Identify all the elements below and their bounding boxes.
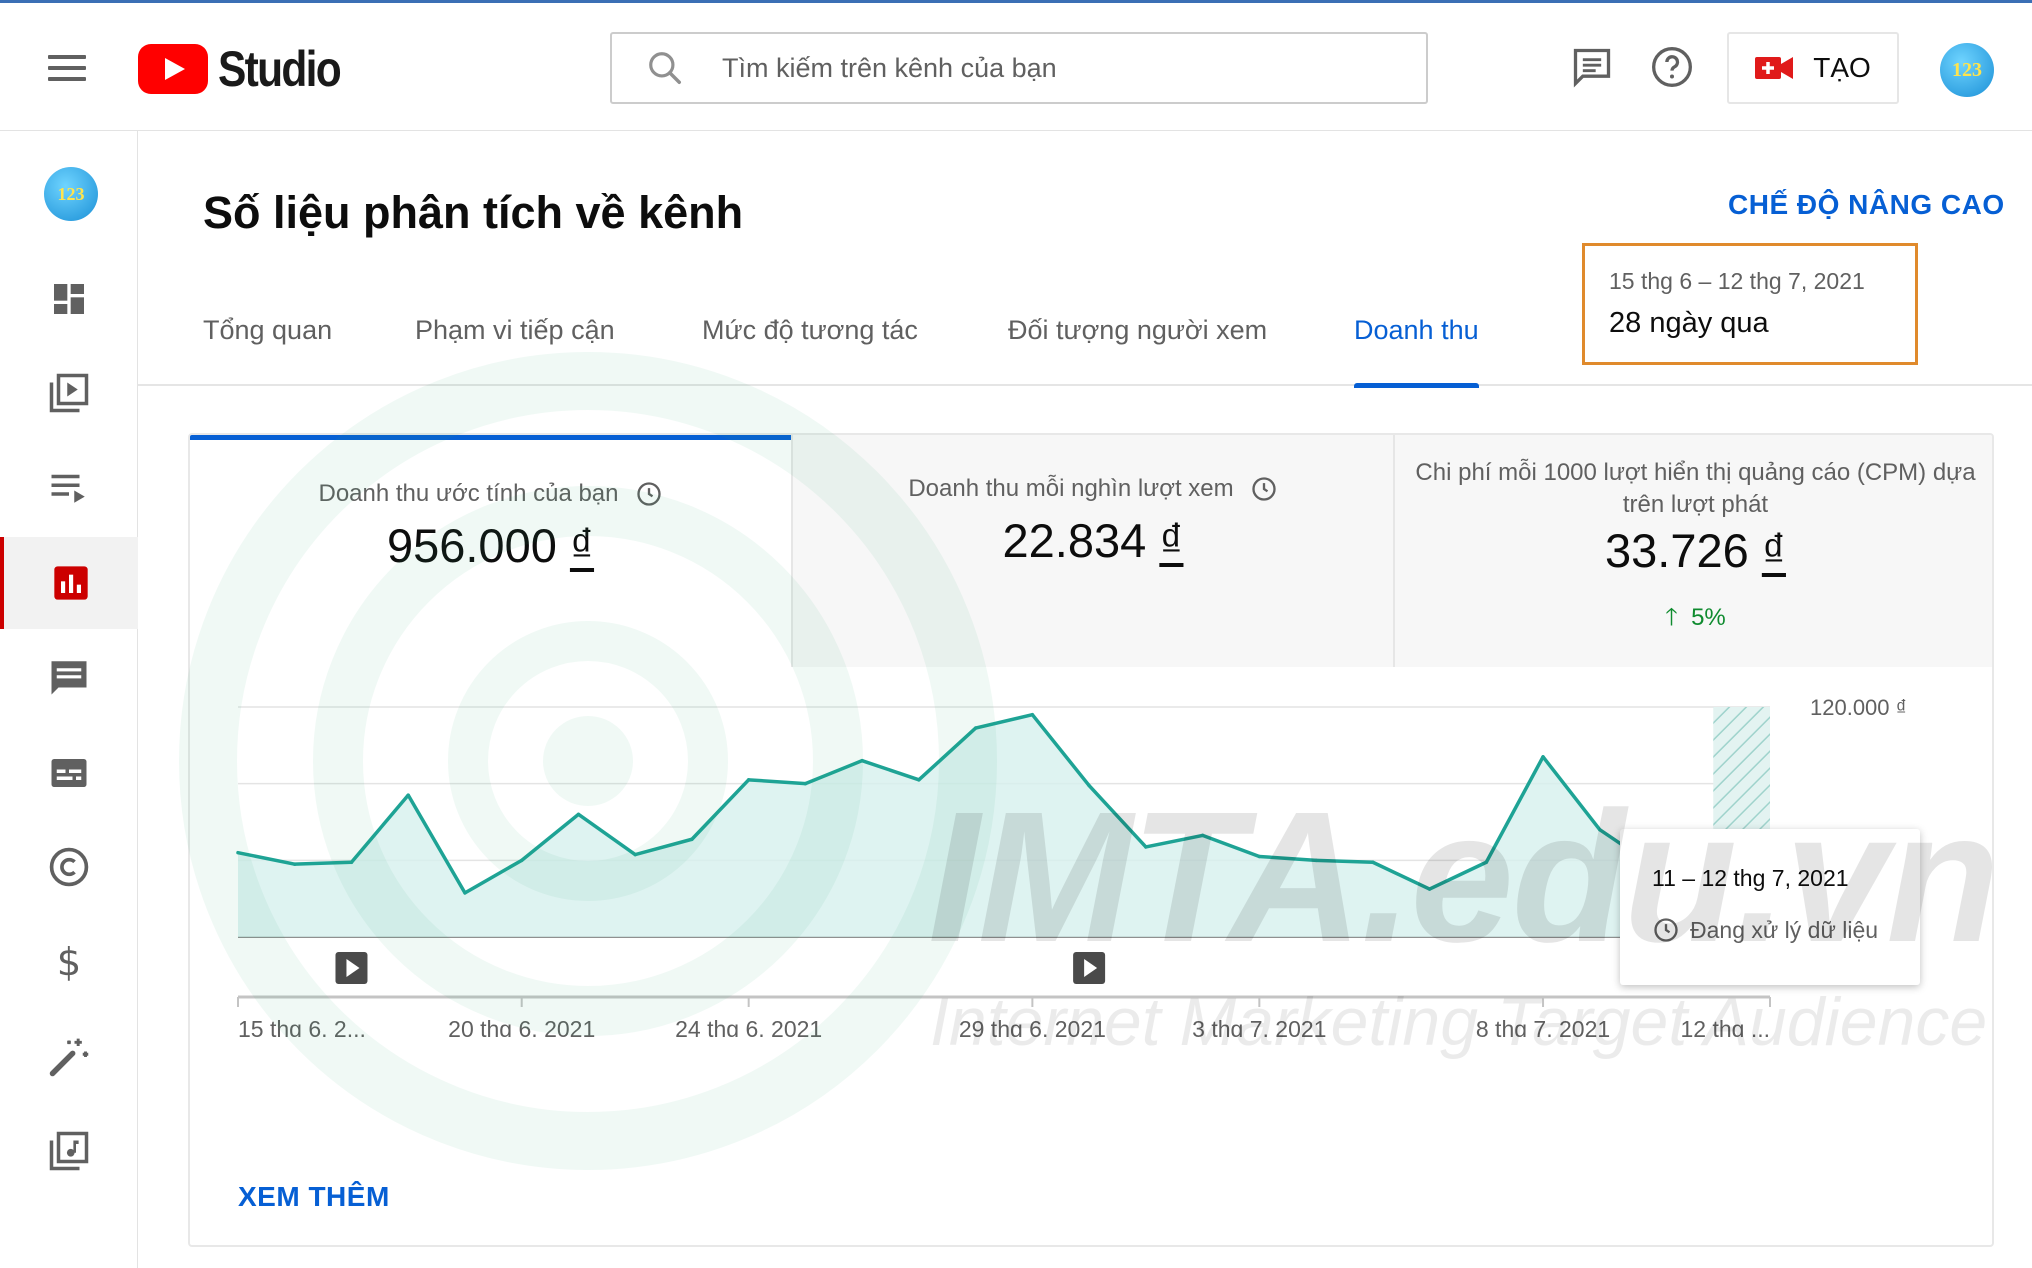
metric-estimated-revenue[interactable]: Doanh thu ước tính của bạn 956.000 ₫ <box>190 435 791 667</box>
youtube-studio-logo[interactable]: Studio <box>138 41 362 97</box>
tab-overview[interactable]: Tổng quan <box>203 315 332 386</box>
menu-icon[interactable] <box>48 55 86 81</box>
analytics-tabs: Tổng quan Phạm vi tiếp cận Mức độ tương … <box>138 291 2032 388</box>
search-input[interactable] <box>722 52 1372 84</box>
analytics-main: Số liệu phân tích về kênh CHẾ ĐỘ NÂNG CA… <box>138 131 2032 1268</box>
chart-line-segment <box>1314 858 1375 864</box>
tooltip-range: 11 – 12 thg 7, 2021 <box>1652 865 1849 891</box>
clock-icon <box>1654 918 1678 942</box>
feedback-icon[interactable] <box>1570 45 1614 89</box>
sidebar-item-content[interactable] <box>0 347 138 439</box>
analytics-icon <box>54 566 88 600</box>
playlist-icon <box>51 474 85 503</box>
sidebar-item-comments[interactable] <box>0 631 138 723</box>
metric-label: Doanh thu mỗi nghìn lượt xem <box>908 475 1234 502</box>
youtube-play-icon <box>138 44 208 94</box>
metric-label: Doanh thu ước tính của bạn <box>318 480 619 507</box>
search-icon <box>649 52 681 84</box>
revenue-card: Doanh thu ước tính của bạn 956.000 ₫ Doa… <box>188 433 1994 1247</box>
tab-audience[interactable]: Đối tượng người xem <box>1008 315 1267 386</box>
metric-cpm[interactable]: Chi phí mỗi 1000 lượt hiển thị quảng cáo… <box>1393 435 1992 667</box>
page-title: Số liệu phân tích về kênh <box>203 187 744 238</box>
svg-text:$: $ <box>57 940 82 982</box>
account-avatar[interactable]: 123 <box>1940 43 1994 97</box>
x-tick-label: 3 thg 7, 2021 <box>1192 1016 1326 1037</box>
help-icon[interactable] <box>1650 45 1694 89</box>
tab-engagement[interactable]: Mức độ tương tác <box>702 315 918 386</box>
tooltip-status: Đang xử lý dữ liệu <box>1690 916 1879 943</box>
sidebar-item-copyright[interactable] <box>0 821 138 913</box>
tab-revenue[interactable]: Doanh thu <box>1354 315 1479 388</box>
comments-icon <box>51 661 87 695</box>
create-label: TẠO <box>1813 52 1871 83</box>
magic-wand-icon <box>49 1038 89 1077</box>
sidebar-item-playlists[interactable] <box>0 441 138 533</box>
clock-icon <box>636 482 661 506</box>
clock-icon <box>1251 477 1276 501</box>
x-tick-label: 29 thg 6, 2021 <box>959 1016 1106 1037</box>
x-tick-label: 20 thg 6, 2021 <box>448 1016 595 1037</box>
currency-symbol: ₫ <box>1159 514 1184 567</box>
create-button[interactable]: TẠO <box>1727 32 1899 104</box>
advanced-mode-link[interactable]: CHẾ ĐỘ NÂNG CAO <box>1728 189 2005 221</box>
dollar-icon: $ <box>57 940 82 982</box>
metric-change: 🡑 5% <box>1395 600 1992 641</box>
metric-rpm[interactable]: Doanh thu mỗi nghìn lượt xem 22.834 ₫ <box>791 435 1393 667</box>
change-value: 5% <box>1691 604 1726 631</box>
currency-symbol: ₫ <box>569 519 595 572</box>
x-tick-label: 8 thg 7, 2021 <box>1476 1016 1610 1037</box>
tab-reach[interactable]: Phạm vi tiếp cận <box>415 315 615 386</box>
x-tick-label: 24 thg 6, 2021 <box>675 1016 822 1037</box>
app-name: Studio <box>218 41 342 97</box>
channel-avatar[interactable]: 123 <box>44 167 98 221</box>
metric-value: 33.726 <box>1605 524 1749 577</box>
sidebar-item-monetization[interactable]: $ <box>0 915 138 1007</box>
copyright-icon <box>49 847 89 887</box>
metric-label: Chi phí mỗi 1000 lượt hiển thị quảng cáo… <box>1415 459 1976 518</box>
subtitles-icon <box>51 759 87 787</box>
arrow-up-icon: 🡑 <box>1665 604 1678 631</box>
chart-line-segment <box>292 860 354 866</box>
sidebar-item-analytics[interactable] <box>0 537 138 629</box>
chart-area <box>238 714 1770 937</box>
sidebar-item-audio-library[interactable] <box>0 1105 138 1197</box>
currency-symbol: ₫ <box>1761 524 1786 577</box>
left-sidebar: 123 $ <box>0 131 138 1268</box>
metric-value: 22.834 <box>1002 514 1147 567</box>
video-camera-icon <box>1755 57 1794 79</box>
chart-tooltip: 11 – 12 thg 7, 2021 Đang xử lý dữ liệu <box>1620 829 1920 985</box>
metric-value: 956.000 <box>386 519 557 572</box>
sidebar-item-customization[interactable] <box>0 1011 138 1103</box>
x-tick-label: 12 thg ... <box>1680 1016 1770 1037</box>
x-tick-label: 15 thg 6, 2... <box>238 1016 366 1037</box>
video-library-icon <box>49 373 89 413</box>
dashboard-icon <box>54 284 84 314</box>
audio-library-icon <box>49 1131 89 1171</box>
search-box[interactable] <box>610 32 1428 104</box>
sidebar-item-dashboard[interactable] <box>0 253 138 345</box>
y-tick-label: 120.000 ₫ <box>1810 695 1907 720</box>
sidebar-item-subtitles[interactable] <box>0 727 138 819</box>
studio-header: Studio TẠO 123 <box>0 3 2032 131</box>
see-more-link[interactable]: XEM THÊM <box>238 1181 390 1213</box>
